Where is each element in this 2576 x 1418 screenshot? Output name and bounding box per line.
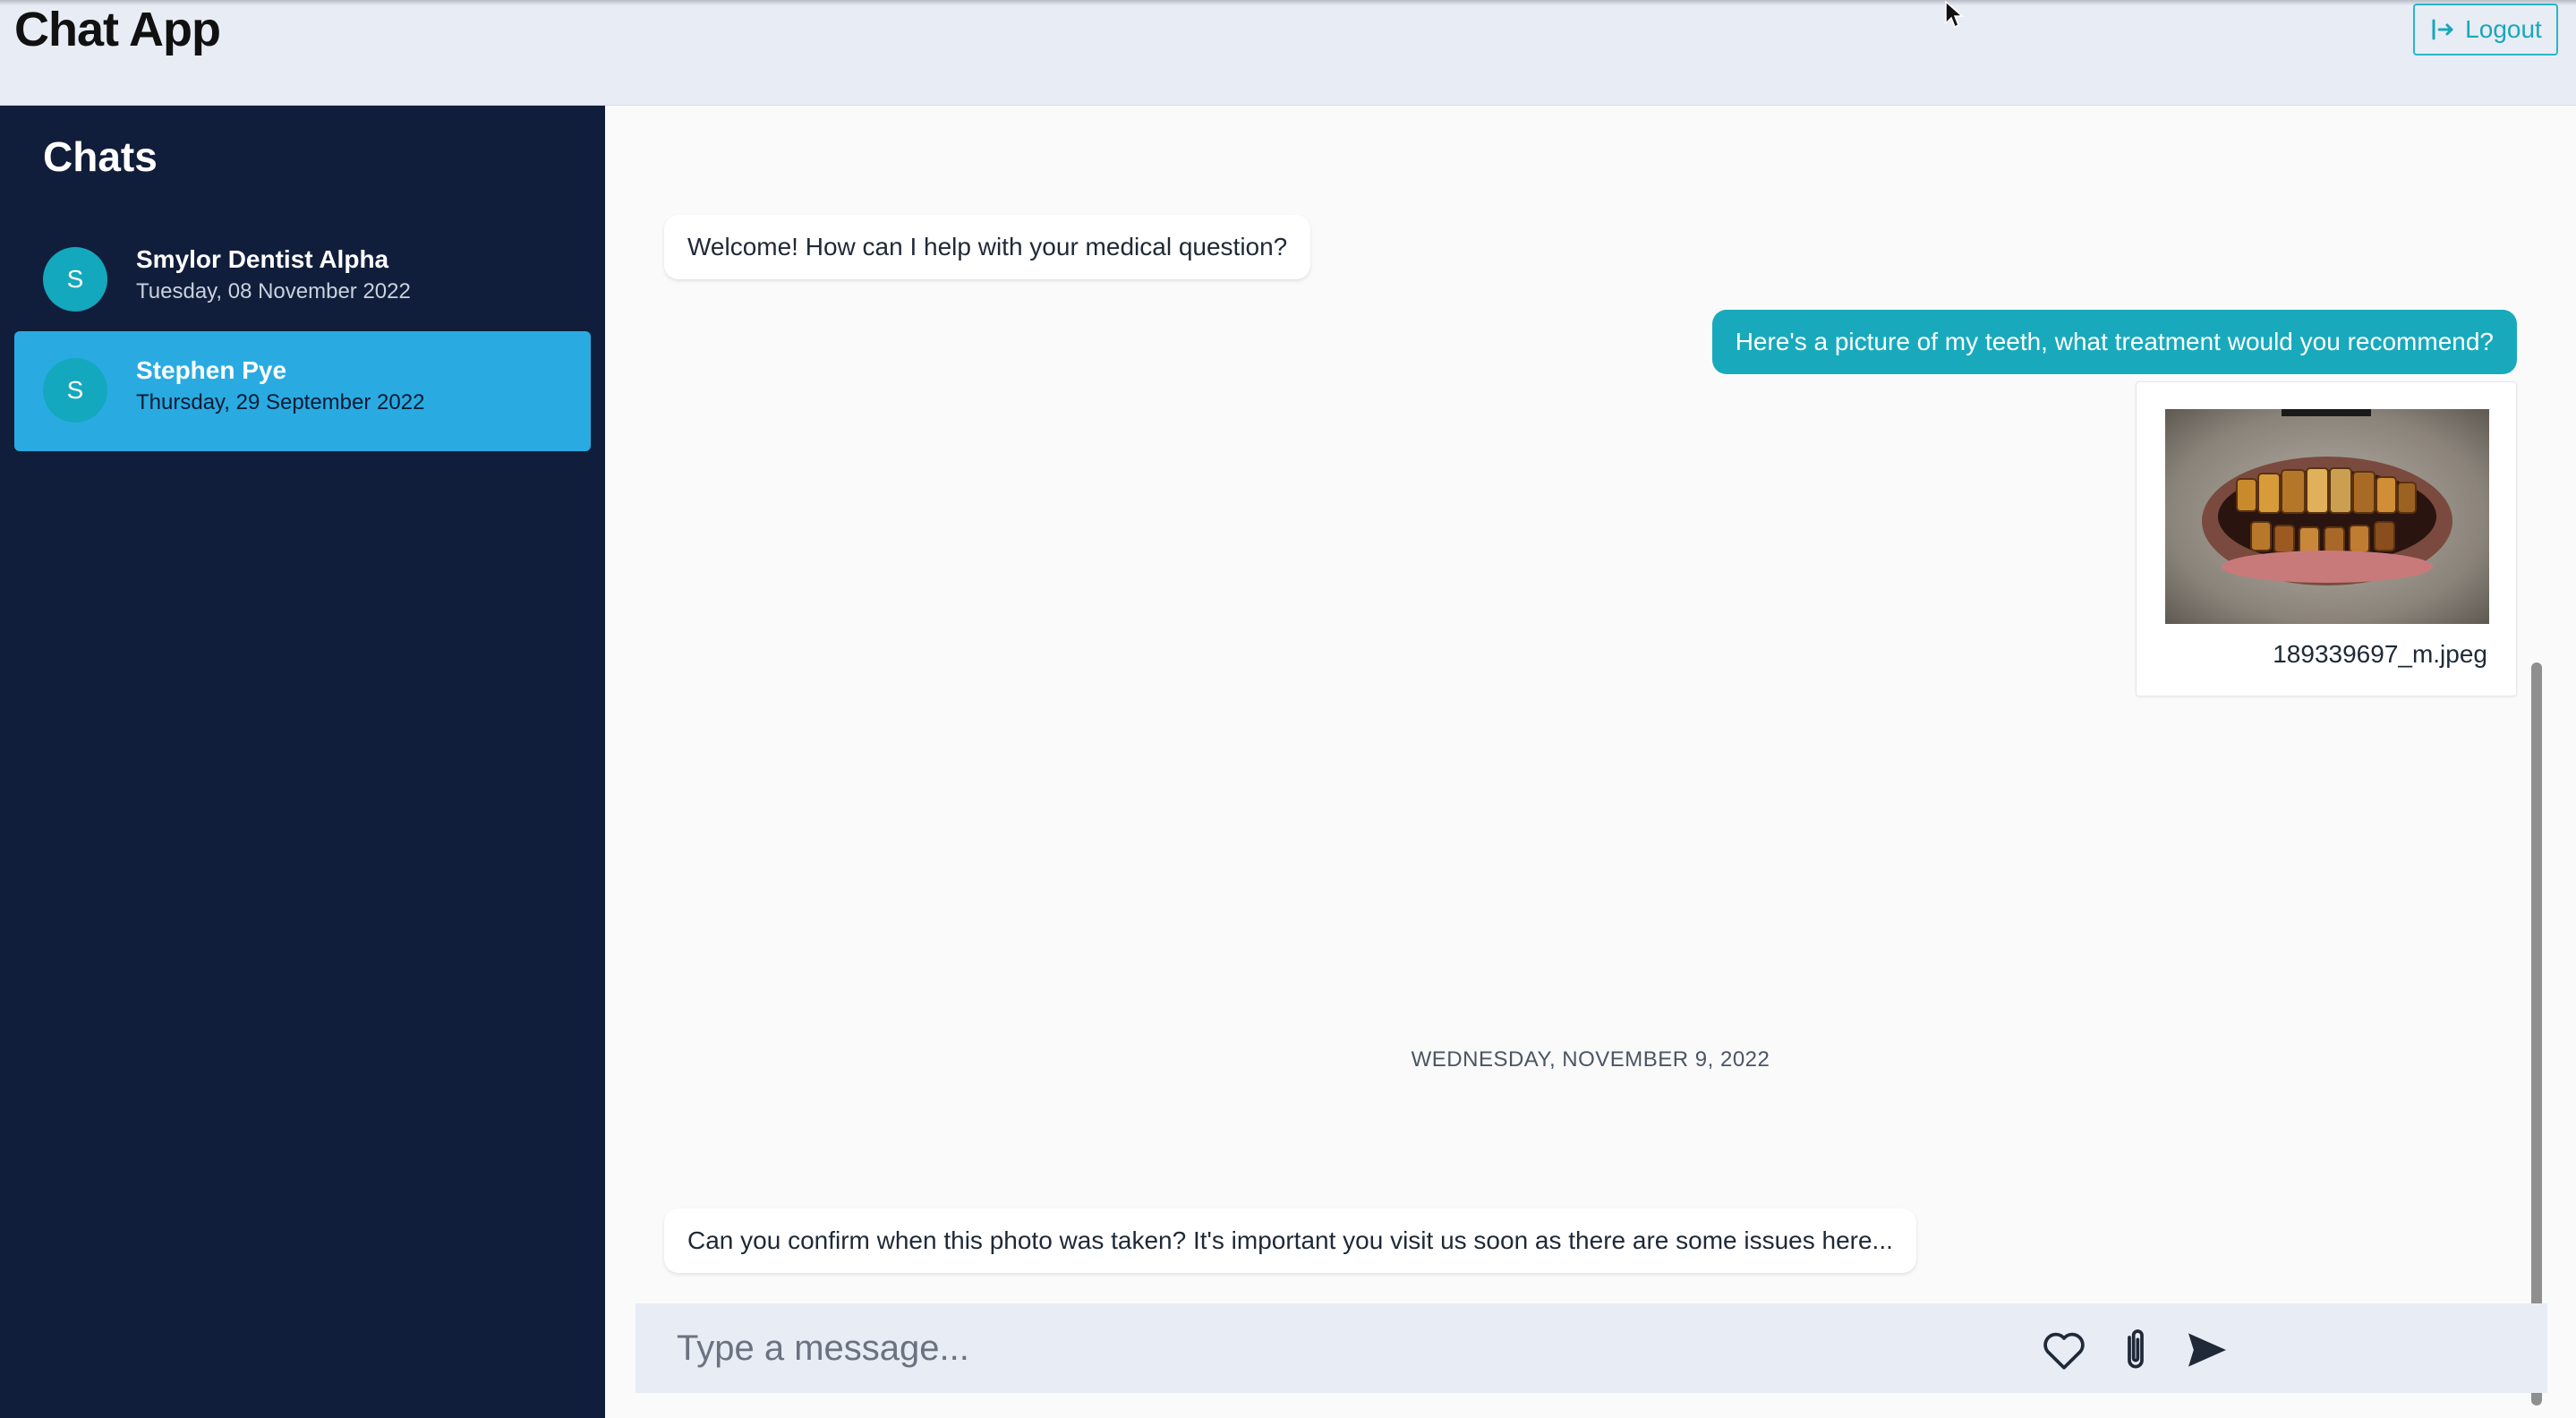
avatar: S — [43, 358, 107, 423]
conversation-scrollbar[interactable] — [2531, 662, 2542, 1405]
attach-button[interactable] — [2109, 1323, 2162, 1377]
chat-date: Thursday, 29 September 2022 — [136, 390, 425, 414]
date-divider: WEDNESDAY, NOVEMBER 9, 2022 — [1411, 1047, 1770, 1072]
sidebar-title: Chats — [43, 133, 158, 180]
message-user-question: Here's a picture of my teeth, what treat… — [1711, 310, 2517, 374]
conversation-panel: Welcome! How can I help with your medica… — [605, 106, 2576, 1418]
send-icon — [2188, 1333, 2226, 1367]
send-button[interactable] — [2180, 1323, 2234, 1377]
chat-item-smylor-dentist-alpha[interactable]: S Smylor Dentist Alpha Tuesday, 08 Novem… — [14, 220, 591, 340]
chat-name: Smylor Dentist Alpha — [136, 245, 389, 273]
like-button[interactable] — [2037, 1323, 2091, 1377]
chat-app: Chat App Logout Chats S Smylor Dentist A… — [0, 0, 2576, 1418]
message-dentist-reply: Can you confirm when this photo was take… — [664, 1209, 1916, 1273]
logout-label: Logout — [2465, 15, 2542, 43]
logout-button[interactable]: Logout — [2413, 4, 2558, 56]
chat-item-stephen-pye[interactable]: S Stephen Pye Thursday, 29 September 202… — [14, 331, 591, 451]
chat-date: Tuesday, 08 November 2022 — [136, 279, 411, 303]
avatar: S — [43, 247, 107, 312]
attachment-filename: 189339697_m.jpeg — [2273, 640, 2487, 668]
app-header: Chat App Logout — [0, 0, 2576, 106]
attachment-thumbnail[interactable] — [2165, 409, 2489, 624]
message-welcome: Welcome! How can I help with your medica… — [664, 215, 1311, 279]
app-title: Chat App — [14, 3, 221, 56]
message-input[interactable] — [677, 1320, 2019, 1377]
paperclip-icon — [2128, 1329, 2144, 1369]
chat-sidebar: Chats S Smylor Dentist Alpha Tuesday, 08… — [0, 106, 605, 1418]
mouse-cursor-icon — [1945, 0, 1964, 29]
image-attachment[interactable]: 189339697_m.jpeg — [2136, 381, 2517, 696]
logout-icon — [2432, 19, 2453, 40]
teeth-photo-icon — [2165, 409, 2489, 624]
chat-name: Stephen Pye — [136, 356, 287, 384]
heart-icon — [2043, 1332, 2085, 1370]
message-composer — [635, 1303, 2547, 1393]
